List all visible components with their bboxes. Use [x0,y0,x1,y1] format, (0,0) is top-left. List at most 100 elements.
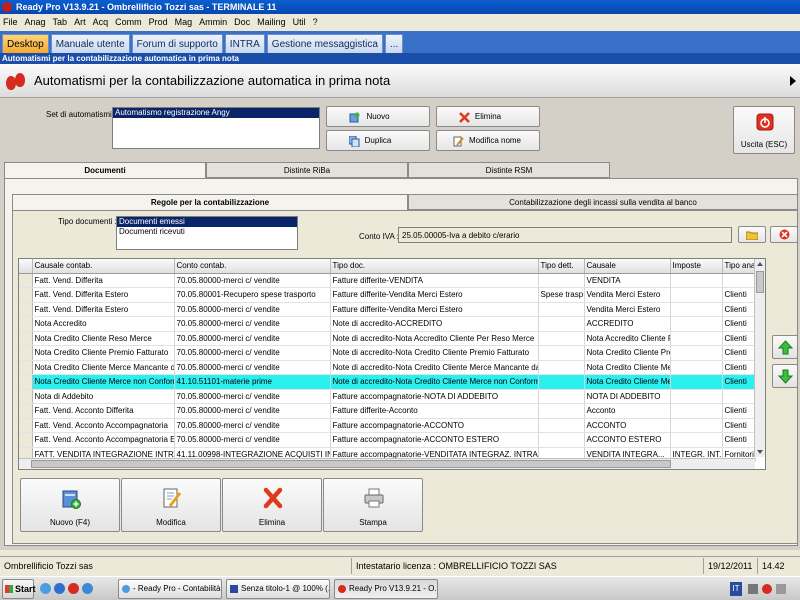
table-row[interactable]: Fatt. Vend. Acconto Differita 70.05.80000… [19,403,756,419]
cell-causale-contab[interactable]: Fatt. Vend. Differita Estero [32,287,175,303]
row-selector[interactable] [19,316,33,332]
row-selector[interactable] [19,302,33,317]
cell-causale-contab[interactable]: Fatt. Vend. Differita [32,273,175,288]
col-conto-contab[interactable]: Conto contab. [174,259,331,274]
tab-more[interactable]: ... [384,34,404,53]
cell-conto-contab[interactable]: 70.05.80000-merci c/ vendite [174,389,331,404]
menu-file[interactable]: File [3,17,18,27]
menu-help[interactable]: ? [313,17,318,27]
menu-art[interactable]: Art [74,17,86,27]
scroll-up-icon[interactable] [757,262,763,266]
cell-causale[interactable]: Nota Credito Cliente Mer... [584,374,671,390]
elimina-button[interactable]: Elimina [436,106,540,127]
taskbar-item-readypro-main[interactable]: Ready Pro V13.9.21 - O... [334,579,438,599]
tab-manuale-utente[interactable]: Manuale utente [50,34,130,53]
col-causale[interactable]: Causale [584,259,671,274]
cell-conto-contab[interactable]: 70.05.80000-merci c/ vendite [174,432,331,448]
cell-imposte[interactable] [670,302,723,317]
duplica-button[interactable]: Duplica [326,130,430,151]
scroll-down-icon[interactable] [757,450,763,454]
conto-iva-field[interactable]: 25.05.00005-Iva a debito c/erario [398,227,732,243]
taskbar-item-senza-titolo[interactable]: Senza titolo-1 @ 100% (... [226,579,330,599]
menu-anag[interactable]: Anag [25,17,46,27]
conto-iva-clear-button[interactable] [770,226,798,243]
window-titlebar[interactable]: Ready Pro V13.9.21 - Ombrellificio Tozzi… [0,0,800,14]
table-row[interactable]: Fatt. Vend. Differita 70.05.80000-merci c… [19,273,756,288]
table-row[interactable]: Nota Credito Cliente Merce Mancante da S… [19,360,756,375]
cell-imposte[interactable] [670,316,723,332]
cell-causale[interactable]: Vendita Merci Estero [584,302,671,317]
cell-causale-contab[interactable]: Fatt. Vend. Acconto Accompagnatoria Este… [32,432,175,448]
cell-causale[interactable]: ACCONTO ESTERO [584,432,671,448]
cell-imposte[interactable] [670,273,723,288]
set-automatismi-list[interactable]: Automatismo registrazione Angy [112,107,320,149]
language-indicator[interactable]: IT [730,582,742,596]
cell-tipo-doc[interactable]: Note di accredito-ACCREDITO [330,316,539,332]
menu-acq[interactable]: Acq [93,17,109,27]
table-row[interactable]: Nota Credito Cliente Premio Fatturato 70.… [19,345,756,361]
cell-tipo-dett[interactable] [538,345,585,361]
table-row[interactable]: Nota Credito Cliente Merce non Conforme 4… [19,374,756,390]
stampa-button[interactable]: Stampa [323,478,423,532]
row-selector[interactable] [19,345,33,361]
cell-tipo-dett[interactable] [538,331,585,346]
cell-conto-contab[interactable]: 70.05.80000-merci c/ vendite [174,331,331,346]
row-selector[interactable] [19,374,33,390]
cell-tipo-dett[interactable]: Spese trasp. [538,287,585,303]
uscita-button[interactable]: Uscita (ESC) [733,106,795,154]
cell-causale[interactable]: VENDITA [584,273,671,288]
cell-imposte[interactable] [670,418,723,433]
cell-tipo-doc[interactable]: Fatture accompagnatorie-ACCONTO [330,418,539,433]
tray-app-icon[interactable] [762,584,772,594]
elimina-bottom-button[interactable]: Elimina [222,478,322,532]
cell-tipo-doc[interactable]: Fatture accompagnatorie-ACCONTO ESTERO [330,432,539,448]
col-imposte[interactable]: Imposte [670,259,723,274]
cell-tipo-dett[interactable] [538,432,585,448]
volume-icon[interactable] [776,584,786,594]
cell-causale-contab[interactable]: Fatt. Vend. Differita Estero [32,302,175,317]
cell-conto-contab[interactable]: 70.05.80000-merci c/ vendite [174,302,331,317]
cell-conto-contab[interactable]: 70.05.80001-Recupero spese trasporto [174,287,331,303]
cell-causale[interactable]: Nota Accredito Cliente P... [584,331,671,346]
readypro-quicklaunch-icon[interactable] [68,583,79,594]
cell-tipo-dett[interactable] [538,273,585,288]
row-selector[interactable] [19,418,33,433]
modifica-button[interactable]: Modifica [121,478,221,532]
list-item[interactable]: Automatismo registrazione Angy [113,108,319,118]
tab-gestione-messaggistica[interactable]: Gestione messaggistica [266,34,383,53]
cell-tipo-anag[interactable]: Clienti [722,432,756,448]
cell-tipo-anag[interactable]: Clienti [722,287,756,303]
cell-conto-contab[interactable]: 70.05.80000-merci c/ vendite [174,360,331,375]
menu-ammin[interactable]: Ammin [199,17,227,27]
cell-tipo-anag[interactable]: Clienti [722,418,756,433]
grid-vertical-scrollbar[interactable] [754,259,765,457]
table-row[interactable]: Nota di Addebito 70.05.80000-merci c/ ven… [19,389,756,404]
taskbar-item-readypro-contabilita[interactable]: - Ready Pro - Contabilità... [118,579,222,599]
list-item[interactable]: Documenti emessi [117,217,297,227]
cell-conto-contab[interactable]: 70.05.80000-merci c/ vendite [174,273,331,288]
cell-tipo-dett[interactable] [538,418,585,433]
cell-tipo-doc[interactable]: Note di accredito-Nota Credito Cliente M… [330,374,539,390]
cell-tipo-dett[interactable] [538,360,585,375]
menu-comm[interactable]: Comm [115,17,142,27]
row-selector[interactable] [19,331,33,346]
menu-mag[interactable]: Mag [175,17,193,27]
cell-tipo-anag[interactable]: Clienti [722,331,756,346]
cell-tipo-dett[interactable] [538,389,585,404]
cell-imposte[interactable] [670,287,723,303]
cell-causale-contab[interactable]: Nota Accredito [32,316,175,332]
cell-tipo-dett[interactable] [538,374,585,390]
cell-imposte[interactable] [670,331,723,346]
cell-causale-contab[interactable]: Nota Credito Cliente Merce Mancante da S… [32,360,175,375]
nuovo-f4-button[interactable]: Nuovo (F4) [20,478,120,532]
modifica-nome-button[interactable]: Modifica nome [436,130,540,151]
cell-tipo-dett[interactable] [538,403,585,419]
cell-causale[interactable]: Nota Credito Cliente Pre... [584,345,671,361]
cell-tipo-anag[interactable]: Clienti [722,345,756,361]
table-row[interactable]: Nota Credito Cliente Reso Merce 70.05.800… [19,331,756,346]
cell-tipo-doc[interactable]: Note di accredito-Nota Accredito Cliente… [330,331,539,346]
tab-distinte-riba[interactable]: Distinte RiBa [206,162,408,178]
table-row[interactable]: Nota Accredito 70.05.80000-merci c/ vendi… [19,316,756,332]
cell-tipo-dett[interactable] [538,316,585,332]
cell-conto-contab[interactable]: 70.05.80000-merci c/ vendite [174,316,331,332]
